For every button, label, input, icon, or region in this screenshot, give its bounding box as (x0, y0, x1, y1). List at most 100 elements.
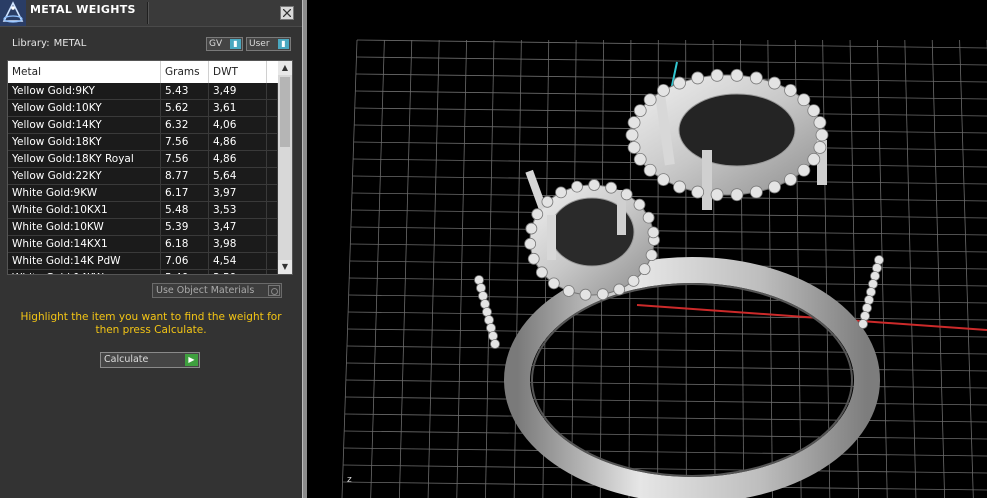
table-row[interactable]: Yellow Gold:18KY 7.56 4,86 (8, 134, 278, 151)
grams-cell: 5.48 (161, 202, 209, 219)
halo-bead (642, 211, 655, 224)
halo-bead (531, 208, 544, 221)
metal-cell: White Gold:10KW (8, 219, 161, 236)
empty-cell (267, 134, 278, 151)
table-row[interactable]: Yellow Gold:14KY 6.32 4,06 (8, 117, 278, 134)
halo-bead (673, 180, 686, 194)
table-row[interactable]: White Gold:14KW5.403,59 (8, 270, 278, 274)
scrollbar-thumb[interactable] (280, 77, 290, 147)
chevron-down-icon[interactable]: ▼ (278, 260, 292, 274)
grid-line (931, 39, 946, 498)
halo-bead (638, 263, 651, 276)
grid-line (345, 396, 987, 406)
grams-cell: 5.62 (161, 100, 209, 117)
halo-bead (749, 185, 763, 199)
column-header-metal[interactable]: Metal (8, 61, 161, 83)
dwt-cell: 3,61 (209, 100, 267, 117)
metal-cell: Yellow Gold:18KY (8, 134, 161, 151)
user-toggle[interactable]: User ▮ (246, 37, 291, 51)
halo-bead (657, 173, 670, 186)
table-row[interactable]: White Gold:14K PdW 7.06 4,54 (8, 253, 278, 270)
table-header: Metal Grams DWT (8, 61, 278, 83)
empty-cell (267, 253, 278, 270)
grams-cell: 6.32 (161, 117, 209, 134)
3d-viewport[interactable]: z (307, 0, 987, 498)
empty-cell (267, 202, 278, 219)
halo-bead (813, 116, 827, 129)
halo-bead (571, 180, 583, 193)
halo-bead (807, 104, 821, 117)
halo-bead (490, 339, 500, 349)
dwt-cell: 3,59 (209, 270, 267, 274)
table-scrollbar[interactable]: ▲ ▼ (278, 61, 292, 274)
dwt-cell: 4,86 (209, 151, 267, 168)
halo-bead (605, 181, 618, 194)
halo-bead (486, 323, 496, 333)
column-header-empty (267, 61, 278, 83)
halo-bead (860, 311, 870, 321)
empty-cell (267, 185, 278, 202)
halo-bead (797, 93, 811, 107)
use-object-materials-checkbox[interactable]: Use Object Materials (152, 283, 282, 298)
halo-bead (864, 295, 874, 305)
halo-bead (627, 141, 641, 154)
grid-line (347, 345, 987, 355)
table-row[interactable]: White Gold:14KX1 6.18 3,98 (8, 236, 278, 253)
library-row: Library: METAL (12, 38, 86, 49)
table-row[interactable]: White Gold:10KX1 5.48 3,53 (8, 202, 278, 219)
axis-origin-marker: z (347, 475, 352, 485)
gv-toggle-label: GV (209, 39, 223, 49)
grid-line (348, 311, 987, 321)
halo-bead (691, 71, 705, 85)
chevron-up-icon[interactable]: ▲ (278, 61, 292, 75)
table-row[interactable]: Yellow Gold:22KY 8.77 5,64 (8, 168, 278, 185)
halo-bead (562, 285, 575, 297)
grams-cell: 5.39 (161, 219, 209, 236)
grams-cell: 7.56 (161, 134, 209, 151)
column-header-grams[interactable]: Grams (161, 61, 209, 83)
metal-weights-table: Metal Grams DWT Yellow Gold:9KY 5.43 3,49 Y… (7, 60, 293, 275)
metal-cell: White Gold:10KX1 (8, 202, 161, 219)
grid-line (343, 447, 987, 457)
column-header-dwt[interactable]: DWT (209, 61, 267, 83)
metal-cell: Yellow Gold:9KY (8, 83, 161, 100)
library-label: Library: (12, 38, 50, 49)
instruction-text: Highlight the item you want to find the … (20, 311, 282, 336)
halo-bead (620, 188, 633, 201)
empty-cell (267, 236, 278, 253)
metal-cell: White Gold:9KW (8, 185, 161, 202)
halo-bead (588, 179, 601, 191)
dwt-cell: 5,64 (209, 168, 267, 185)
grid-line (344, 413, 987, 423)
rhino-icon (0, 0, 26, 26)
halo-bead (768, 76, 781, 90)
halo-bead (541, 195, 554, 208)
halo-bead (862, 303, 872, 313)
grid-line (345, 379, 987, 389)
halo-bead (866, 287, 876, 297)
grid-line (904, 39, 917, 498)
halo-bead (858, 319, 868, 329)
halo-bead (474, 275, 484, 285)
grid-line (350, 226, 987, 236)
calculate-button[interactable]: Calculate ▶ (100, 352, 200, 368)
halo-bead (768, 180, 781, 194)
dwt-cell: 3,49 (209, 83, 267, 100)
grid-line (343, 464, 987, 474)
grid-line (350, 243, 987, 253)
halo-bead (868, 279, 878, 289)
halo-bead (484, 315, 494, 325)
halo-bead (627, 116, 641, 129)
table-row[interactable]: Yellow Gold:10KY 5.62 3,61 (8, 100, 278, 117)
title-separator (147, 2, 149, 24)
table-row[interactable]: Yellow Gold:9KY 5.43 3,49 (8, 83, 278, 100)
grid-line (344, 430, 987, 440)
grid-line (485, 39, 495, 498)
halo-bead (870, 271, 880, 281)
table-row[interactable]: White Gold:9KW 6.17 3,97 (8, 185, 278, 202)
table-row[interactable]: Yellow Gold:18KY Royal 7.56 4,86 (8, 151, 278, 168)
table-row[interactable]: White Gold:10KW 5.39 3,47 (8, 219, 278, 236)
empty-cell (267, 83, 278, 100)
gv-toggle[interactable]: GV ▮ (206, 37, 243, 51)
close-button[interactable] (280, 6, 294, 20)
